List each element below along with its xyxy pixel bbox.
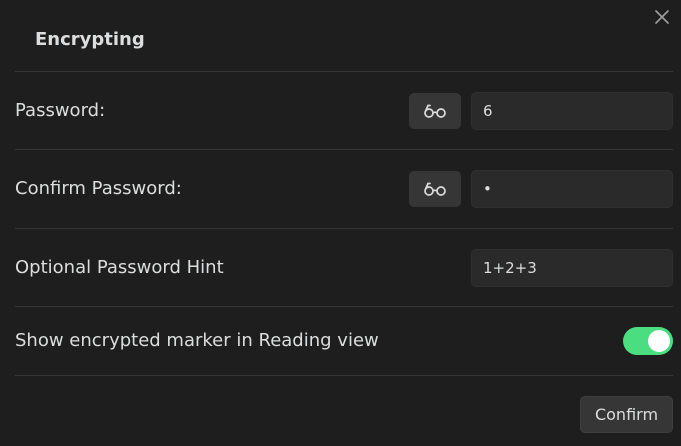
encrypting-dialog: Encrypting Password: 6 Confirm Password:… xyxy=(0,0,681,446)
password-hint-input[interactable]: 1+2+3 xyxy=(471,249,673,287)
dialog-title: Encrypting xyxy=(35,29,145,50)
glasses-icon xyxy=(424,182,446,196)
password-value: 6 xyxy=(483,102,493,120)
encrypted-marker-label: Show encrypted marker in Reading view xyxy=(15,330,379,351)
divider xyxy=(15,149,673,150)
divider xyxy=(15,228,673,229)
confirm-password-label: Confirm Password: xyxy=(15,178,182,199)
close-button[interactable] xyxy=(651,6,673,28)
reveal-confirm-password-button[interactable] xyxy=(409,171,461,207)
reveal-password-button[interactable] xyxy=(409,93,461,129)
password-hint-label: Optional Password Hint xyxy=(15,257,224,278)
divider xyxy=(15,306,673,307)
password-label: Password: xyxy=(15,100,106,121)
divider xyxy=(15,375,673,376)
password-input[interactable]: 6 xyxy=(471,92,673,130)
confirm-button[interactable]: Confirm xyxy=(580,396,673,433)
password-hint-value: 1+2+3 xyxy=(483,259,537,277)
toggle-knob xyxy=(648,330,670,352)
encrypted-marker-toggle[interactable] xyxy=(623,327,673,355)
close-icon xyxy=(655,10,669,24)
glasses-icon xyxy=(424,104,446,118)
confirm-password-input[interactable]: • xyxy=(471,170,673,208)
divider xyxy=(15,71,673,72)
confirm-password-value: • xyxy=(483,180,492,198)
